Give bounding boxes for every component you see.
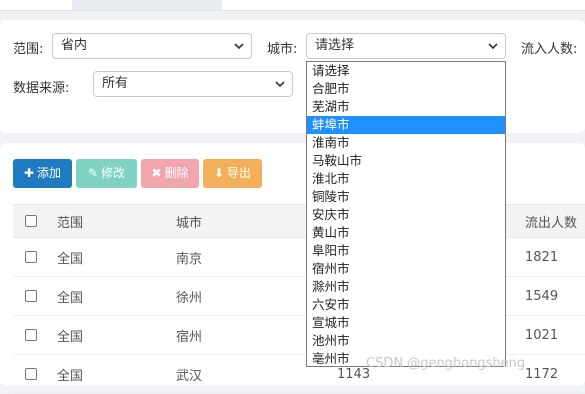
plus-icon: ✚ xyxy=(23,166,35,180)
select-all-checkbox[interactable] xyxy=(25,215,37,227)
row-checkbox-cell xyxy=(25,277,37,315)
row-checkbox-cell xyxy=(25,316,37,354)
delete-button-label: 删除 xyxy=(164,166,189,180)
column-header-city[interactable]: 城市 xyxy=(176,205,202,237)
city-option[interactable]: 马鞍山市 xyxy=(307,152,505,170)
cell-city: 武汉 xyxy=(176,368,203,384)
cell-city: 宿州 xyxy=(176,329,203,345)
city-option[interactable]: 滁州市 xyxy=(307,278,505,296)
edit-button-label: 修改 xyxy=(101,166,126,180)
source-select[interactable]: 所有 xyxy=(93,71,293,97)
edit-button[interactable]: ✎ 修改 xyxy=(76,159,137,188)
city-select-value: 请选择 xyxy=(315,38,355,53)
cell-city: 徐州 xyxy=(176,290,203,306)
row-checkbox-cell xyxy=(25,355,37,393)
row-checkbox-cell xyxy=(25,238,37,276)
city-option[interactable]: 黄山市 xyxy=(307,224,505,242)
chevron-down-icon xyxy=(488,43,498,50)
close-icon: ✖ xyxy=(151,166,162,180)
scope-select[interactable]: 省内 xyxy=(52,33,252,59)
row-checkbox[interactable] xyxy=(25,368,37,380)
cell-scope: 全国 xyxy=(57,329,84,345)
cell-scope: 全国 xyxy=(57,368,84,384)
column-header-scope[interactable]: 范围 xyxy=(57,205,83,237)
city-option[interactable]: 请选择 xyxy=(307,62,505,80)
cell-city: 南京 xyxy=(176,251,203,267)
cell-scope: 全国 xyxy=(57,290,84,306)
cell-scope: 全国 xyxy=(57,251,84,267)
active-tab[interactable] xyxy=(72,0,222,10)
column-header-outflow[interactable]: 流出人数 xyxy=(525,205,577,237)
cell-outflow: 1821 xyxy=(525,249,559,265)
inflow-label: 流入人数: xyxy=(521,42,578,57)
city-option[interactable]: 池州市 xyxy=(307,332,505,350)
scope-label: 范围: xyxy=(13,42,44,57)
chevron-down-icon xyxy=(234,43,244,50)
download-icon: ⬇ xyxy=(213,166,225,180)
cell-outflow: 1549 xyxy=(525,288,559,304)
row-checkbox[interactable] xyxy=(25,290,37,302)
city-option[interactable]: 合肥市 xyxy=(307,80,505,98)
export-button[interactable]: ⬇ 导出 xyxy=(203,159,262,188)
source-label: 数据来源: xyxy=(13,81,70,96)
row-checkbox[interactable] xyxy=(25,329,37,341)
delete-button[interactable]: ✖ 删除 xyxy=(141,159,199,188)
edit-icon: ✎ xyxy=(87,166,99,180)
export-button-label: 导出 xyxy=(227,166,252,180)
city-label: 城市: xyxy=(267,42,298,57)
city-option[interactable]: 铜陵市 xyxy=(307,188,505,206)
row-checkbox[interactable] xyxy=(25,251,37,263)
city-option[interactable]: 淮北市 xyxy=(307,170,505,188)
select-all-cell xyxy=(25,205,37,237)
city-option[interactable]: 宣城市 xyxy=(307,314,505,332)
city-option[interactable]: 六安市 xyxy=(307,296,505,314)
city-option[interactable]: 阜阳市 xyxy=(307,242,505,260)
city-option-highlighted[interactable]: 蚌埠市 xyxy=(307,116,505,134)
city-dropdown-list[interactable]: 请选择 合肥市 芜湖市 蚌埠市 淮南市 马鞍山市 淮北市 铜陵市 安庆市 黄山市… xyxy=(306,61,506,367)
city-select[interactable]: 请选择 xyxy=(306,33,506,59)
city-option[interactable]: 安庆市 xyxy=(307,206,505,224)
watermark: CSDN @genghongsheng xyxy=(366,356,526,371)
add-button[interactable]: ✚ 添加 xyxy=(13,159,72,188)
source-select-value: 所有 xyxy=(102,76,129,91)
city-option[interactable]: 芜湖市 xyxy=(307,98,505,116)
cell-outflow: 1172 xyxy=(525,366,559,382)
city-option[interactable]: 淮南市 xyxy=(307,134,505,152)
cell-outflow: 1021 xyxy=(525,327,559,343)
city-option[interactable]: 宿州市 xyxy=(307,260,505,278)
scope-select-value: 省内 xyxy=(61,38,88,53)
add-button-label: 添加 xyxy=(37,166,62,180)
tab-strip xyxy=(0,0,585,11)
chevron-down-icon xyxy=(275,81,285,88)
